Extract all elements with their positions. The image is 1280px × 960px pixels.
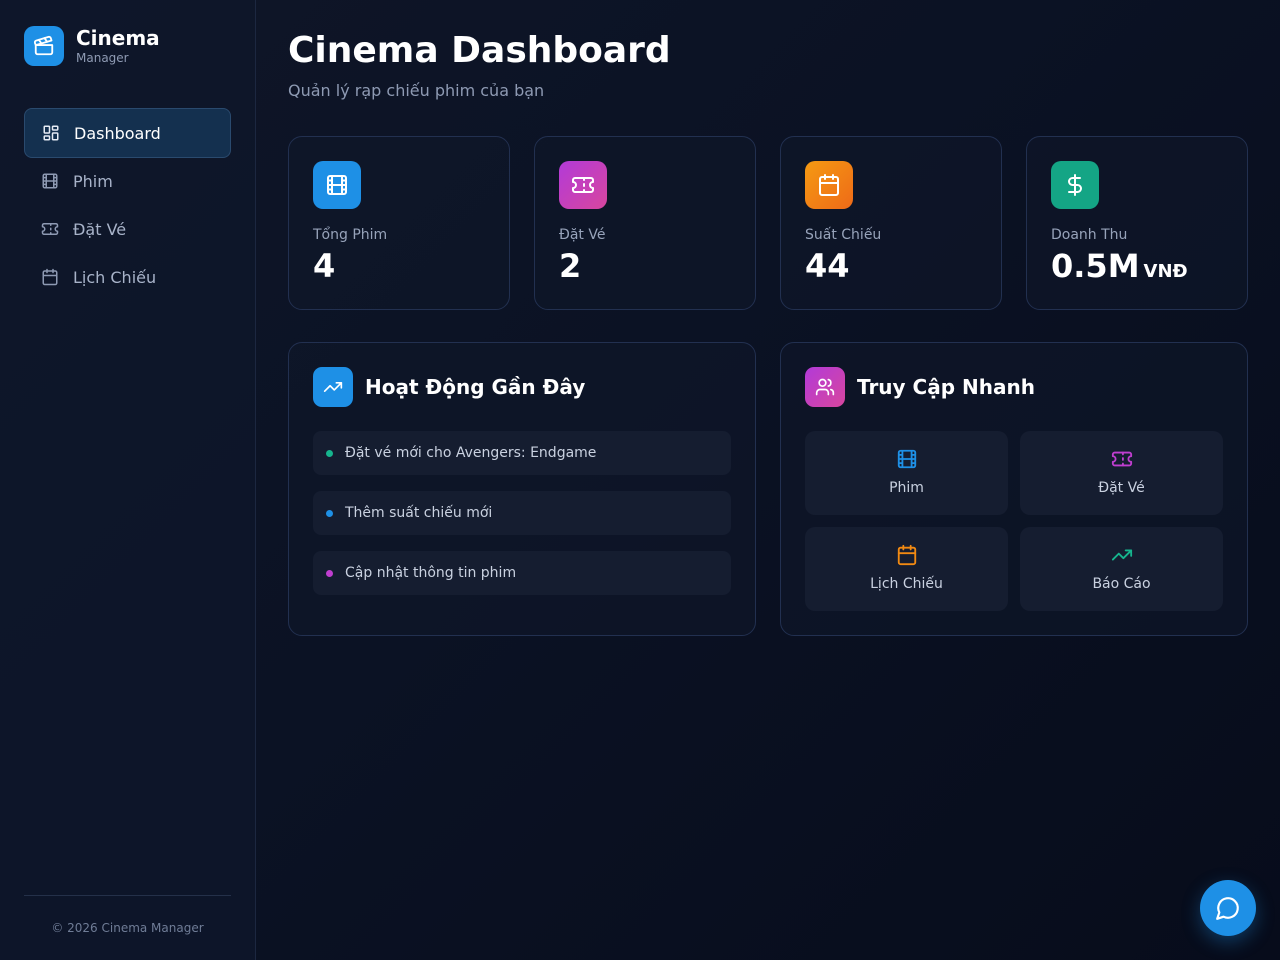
- page-subtitle: Quản lý rạp chiếu phim của bạn: [288, 81, 545, 100]
- sidebar: Cinema Manager Dashboard Phim Đặt Vé Lịc…: [0, 0, 256, 960]
- stat-unit: VNĐ: [1143, 261, 1188, 282]
- sidebar-item-lich-chieu[interactable]: Lịch Chiếu: [24, 252, 231, 302]
- sidebar-nav: Dashboard Phim Đặt Vé Lịch Chiếu: [24, 108, 231, 300]
- trending-up-icon: [1020, 544, 1223, 566]
- stat-label: Tổng Phim: [313, 227, 388, 243]
- stat-label: Doanh Thu: [1051, 227, 1128, 243]
- sidebar-item-dashboard[interactable]: Dashboard: [24, 108, 231, 158]
- sidebar-item-label: Lịch Chiếu: [73, 267, 157, 287]
- stat-value: 2: [559, 247, 582, 285]
- status-dot: [326, 449, 333, 457]
- stat-label: Đặt Vé: [559, 227, 606, 243]
- stat-card-dat-ve: Đặt Vé 2: [534, 136, 756, 310]
- sidebar-item-dat-ve[interactable]: Đặt Vé: [24, 204, 231, 254]
- panel-title: Truy Cập Nhanh: [857, 375, 1035, 399]
- quick-link-label: Đặt Vé: [1098, 480, 1145, 496]
- calendar-icon: [805, 161, 853, 209]
- sidebar-item-label: Dashboard: [74, 123, 161, 143]
- quick-access-panel: Truy Cập Nhanh Phim Đặt Vé Lịch Chiếu Bá…: [780, 342, 1248, 636]
- recent-activity-panel: Hoạt Động Gần Đây Đặt vé mới cho Avenger…: [288, 342, 756, 636]
- stat-value: 0.5M VNĐ: [1051, 247, 1188, 285]
- activity-item: Thêm suất chiếu mới: [313, 491, 731, 535]
- clapperboard-icon: [24, 26, 64, 66]
- sidebar-item-label: Phim: [73, 171, 113, 191]
- calendar-icon: [805, 544, 1008, 566]
- ticket-icon: [41, 220, 59, 238]
- chat-bubble-icon: [1215, 895, 1241, 921]
- sidebar-item-label: Đặt Vé: [73, 219, 127, 239]
- dashboard-grid-icon: [42, 124, 60, 142]
- stat-card-suat-chieu: Suất Chiếu 44: [780, 136, 1002, 310]
- trending-up-icon: [313, 367, 353, 407]
- quick-link-phim[interactable]: Phim: [805, 431, 1008, 515]
- activity-item: Đặt vé mới cho Avengers: Endgame: [313, 431, 731, 475]
- users-icon: [805, 367, 845, 407]
- activity-text: Cập nhật thông tin phim: [345, 565, 517, 581]
- stat-card-tong-phim: Tổng Phim 4: [288, 136, 510, 310]
- sidebar-item-phim[interactable]: Phim: [24, 156, 231, 206]
- brand-title: Cinema: [76, 26, 160, 50]
- status-dot: [326, 569, 333, 577]
- quick-link-bao-cao[interactable]: Báo Cáo: [1020, 527, 1223, 611]
- quick-link-dat-ve[interactable]: Đặt Vé: [1020, 431, 1223, 515]
- stat-value: 44: [805, 247, 850, 285]
- activity-item: Cập nhật thông tin phim: [313, 551, 731, 595]
- brand[interactable]: Cinema Manager: [24, 26, 160, 66]
- quick-link-label: Lịch Chiếu: [870, 576, 943, 592]
- sidebar-footer: © 2026 Cinema Manager: [24, 895, 231, 935]
- quick-link-label: Báo Cáo: [1092, 576, 1151, 592]
- page-title: Cinema Dashboard: [288, 30, 671, 71]
- status-dot: [326, 509, 333, 517]
- quick-link-lich-chieu[interactable]: Lịch Chiếu: [805, 527, 1008, 611]
- dollar-icon: [1051, 161, 1099, 209]
- chat-button[interactable]: [1200, 880, 1256, 936]
- quick-link-label: Phim: [889, 480, 924, 496]
- activity-text: Thêm suất chiếu mới: [345, 505, 493, 521]
- film-icon: [313, 161, 361, 209]
- brand-subtitle: Manager: [76, 51, 129, 65]
- stat-label: Suất Chiếu: [805, 227, 882, 243]
- calendar-icon: [41, 268, 59, 286]
- activity-text: Đặt vé mới cho Avengers: Endgame: [345, 445, 597, 461]
- film-icon: [805, 448, 1008, 470]
- ticket-icon: [559, 161, 607, 209]
- film-icon: [41, 172, 59, 190]
- stat-card-doanh-thu: Doanh Thu 0.5M VNĐ: [1026, 136, 1248, 310]
- ticket-icon: [1020, 448, 1223, 470]
- stat-value-number: 0.5M: [1051, 247, 1140, 285]
- stat-value: 4: [313, 247, 336, 285]
- panel-title: Hoạt Động Gần Đây: [365, 375, 586, 399]
